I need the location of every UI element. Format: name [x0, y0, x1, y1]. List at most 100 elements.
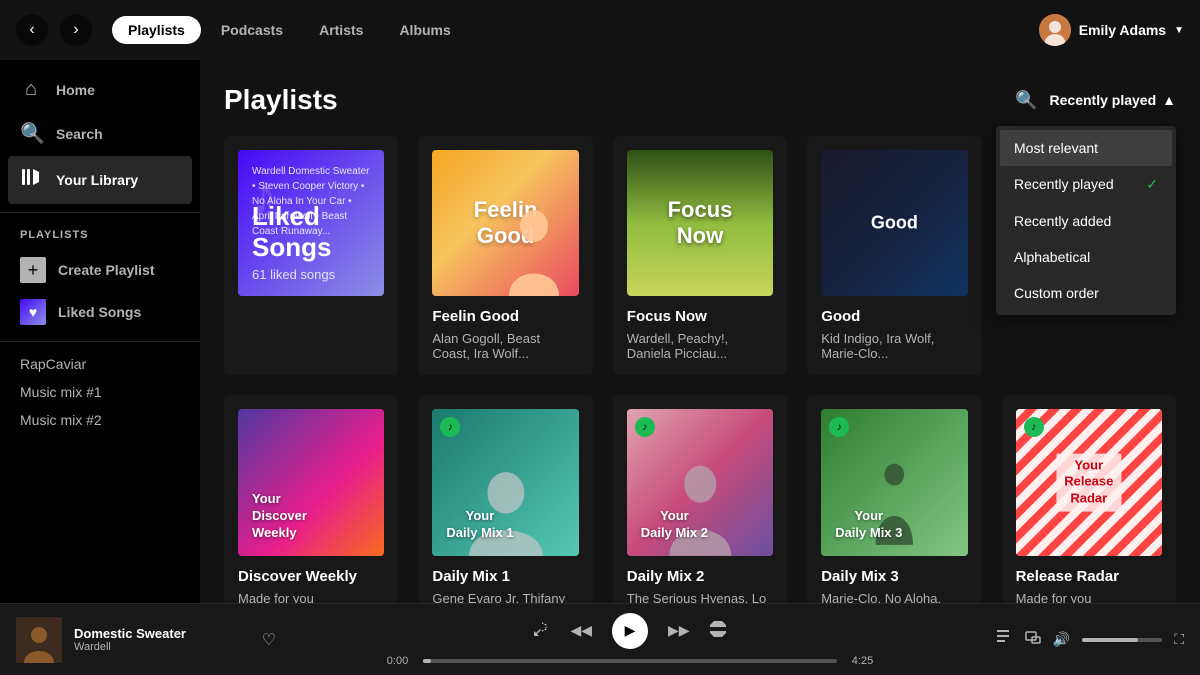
- tab-podcasts[interactable]: Podcasts: [205, 16, 299, 44]
- liked-songs-title: Liked Songs: [252, 201, 384, 263]
- good-subtitle: Kid Indigo, Ira Wolf, Marie-Clo...: [821, 331, 967, 361]
- card-good-vibes[interactable]: Good Good Kid Indigo, Ira Wolf, Marie-Cl…: [807, 136, 981, 375]
- tab-playlists[interactable]: Playlists: [112, 16, 201, 44]
- forward-button[interactable]: ›: [60, 14, 92, 46]
- sidebar-nav: ⌂ Home 🔍 Search Your Library: [0, 68, 200, 204]
- create-icon: +: [20, 257, 46, 283]
- player-track-info: Domestic Sweater Wardell ♡: [16, 617, 276, 663]
- daily3-label: YourDaily Mix 3: [835, 508, 902, 542]
- dropdown-label-most-relevant: Most relevant: [1014, 140, 1098, 156]
- daily-mix-3-image: YourDaily Mix 3 ♪: [821, 409, 967, 555]
- sort-label: Recently played: [1050, 92, 1157, 108]
- focus-now-subtitle: Wardell, Peachy!, Daniela Picciau...: [627, 331, 773, 361]
- sidebar-home-label: Home: [56, 82, 95, 98]
- like-track-button[interactable]: ♡: [262, 630, 276, 650]
- player-controls: ◀◀ ▶ ▶▶ 0:00 4:25: [276, 613, 984, 667]
- card-focus-now[interactable]: Focus Now Focus Now Wardell, Peachy!, Da…: [613, 136, 787, 375]
- card-feelin-good[interactable]: FeelinGood Feelin Good Alan Gogoll, Beas…: [418, 136, 592, 375]
- dropdown-label-custom-order: Custom order: [1014, 285, 1099, 301]
- library-icon: [20, 166, 42, 194]
- good-vibes-image: Good: [821, 150, 967, 296]
- card-release-radar[interactable]: YourReleaseRadar ♪ Release Radar Made fo…: [1002, 395, 1176, 603]
- dropdown-item-recently-played[interactable]: Recently played ✓: [1000, 166, 1172, 203]
- liked-songs-image: ♪ Wardell Domestic Sweater • Steven Coop…: [238, 150, 384, 296]
- sort-chevron-icon: ▲: [1162, 92, 1176, 108]
- sidebar-item-library[interactable]: Your Library: [8, 156, 192, 204]
- current-time: 0:00: [380, 655, 415, 667]
- main-layout: ⌂ Home 🔍 Search Your Library PLAYLISTS: [0, 60, 1200, 603]
- dropdown-label-recently-added: Recently added: [1014, 213, 1111, 229]
- page-title: Playlists: [224, 84, 338, 116]
- dropdown-item-alphabetical[interactable]: Alphabetical: [1000, 239, 1172, 275]
- radar-label: YourReleaseRadar: [1056, 453, 1121, 512]
- home-icon: ⌂: [20, 78, 42, 101]
- sidebar-item-home[interactable]: ⌂ Home: [8, 68, 192, 111]
- dropdown-label-recently-played: Recently played: [1014, 176, 1114, 192]
- sidebar-item-search[interactable]: 🔍 Search: [8, 111, 192, 156]
- card-daily-mix-1[interactable]: YourDaily Mix 1 ♪ Daily Mix 1 Gene Evaro…: [418, 395, 592, 603]
- avatar: [1039, 14, 1071, 46]
- card-daily-mix-2[interactable]: YourDaily Mix 2 ♪ Daily Mix 2 The Seriou…: [613, 395, 787, 603]
- back-button[interactable]: ‹: [16, 14, 48, 46]
- focus-now-label: Focus Now: [663, 197, 736, 249]
- feelin-good-subtitle: Alan Gogoll, Beast Coast, Ira Wolf...: [432, 331, 578, 361]
- spotify-badge-radar: ♪: [1024, 417, 1044, 437]
- shuffle-button[interactable]: [534, 621, 550, 640]
- dropdown-label-alphabetical: Alphabetical: [1014, 249, 1090, 265]
- daily-mix-1-subtitle: Gene Evaro Jr, Thifany Kauany, April...: [432, 591, 578, 603]
- volume-button[interactable]: 🔊: [1053, 631, 1070, 648]
- tab-artists[interactable]: Artists: [303, 16, 379, 44]
- user-section: Emily Adams ▼: [1039, 14, 1184, 46]
- user-dropdown-arrow[interactable]: ▼: [1174, 25, 1184, 36]
- card-discover-weekly[interactable]: YourDiscoverWeekly Discover Weekly Made …: [224, 395, 398, 603]
- daily-mix-2-subtitle: The Serious Hyenas, Lo Zo, Cilantro...: [627, 591, 773, 603]
- play-pause-button[interactable]: ▶: [612, 613, 648, 649]
- sidebar-playlist-musicmix1[interactable]: Music mix #1: [0, 378, 200, 406]
- card-daily-mix-3[interactable]: YourDaily Mix 3 ♪ Daily Mix 3 Marie-Clo,…: [807, 395, 981, 603]
- progress-bar[interactable]: [423, 659, 837, 663]
- dropdown-item-custom-order[interactable]: Custom order: [1000, 275, 1172, 311]
- tab-albums[interactable]: Albums: [383, 16, 466, 44]
- bottom-player: Domestic Sweater Wardell ♡ ◀◀ ▶ ▶▶ 0:00: [0, 603, 1200, 675]
- sidebar-playlist-musicmix2[interactable]: Music mix #2: [0, 406, 200, 434]
- volume-fill: [1082, 638, 1138, 642]
- liked-songs-inner: Liked Songs 61 liked songs: [252, 201, 384, 282]
- daily1-label: YourDaily Mix 1: [446, 508, 513, 542]
- sort-dropdown-menu: Most relevant Recently played ✓ Recently…: [996, 126, 1176, 315]
- daily-mix-2-image: YourDaily Mix 2 ♪: [627, 409, 773, 555]
- person-decoration: [499, 150, 569, 296]
- focus-now-image: Focus Now: [627, 150, 773, 296]
- volume-bar[interactable]: [1082, 638, 1162, 642]
- create-playlist-action[interactable]: + Create Playlist: [0, 249, 200, 291]
- search-icon: 🔍: [20, 121, 42, 146]
- fullscreen-button[interactable]: ⛶: [1174, 631, 1184, 648]
- queue-button[interactable]: [997, 630, 1013, 649]
- release-radar-subtitle: Made for you: [1016, 591, 1162, 603]
- track-thumbnail: [16, 617, 62, 663]
- liked-songs-count: 61 liked songs: [252, 267, 384, 282]
- repeat-button[interactable]: [710, 621, 726, 640]
- sort-button[interactable]: Recently played ▲: [1050, 92, 1176, 108]
- topbar: ‹ › Playlists Podcasts Artists Albums Em…: [0, 0, 1200, 60]
- dropdown-item-recently-added[interactable]: Recently added: [1000, 203, 1172, 239]
- total-time: 4:25: [845, 655, 880, 667]
- sidebar-search-label: Search: [56, 126, 103, 142]
- user-name: Emily Adams: [1079, 22, 1166, 38]
- track-name: Domestic Sweater: [74, 626, 250, 641]
- playback-buttons: ◀◀ ▶ ▶▶: [534, 613, 725, 649]
- discover-weekly-title: Discover Weekly: [238, 568, 384, 585]
- previous-button[interactable]: ◀◀: [570, 622, 592, 639]
- daily-mix-1-title: Daily Mix 1: [432, 568, 578, 585]
- sidebar-divider: [0, 212, 200, 213]
- dropdown-item-most-relevant[interactable]: Most relevant: [1000, 130, 1172, 166]
- sidebar-playlist-rapcaviar[interactable]: RapCaviar: [0, 350, 200, 378]
- focus-now-title: Focus Now: [627, 308, 773, 325]
- devices-button[interactable]: [1025, 630, 1041, 649]
- feelin-good-image: FeelinGood: [432, 150, 578, 296]
- good-title: Good: [821, 308, 967, 325]
- daily2-label: YourDaily Mix 2: [641, 508, 708, 542]
- search-icon-button[interactable]: 🔍: [1015, 90, 1037, 111]
- next-button[interactable]: ▶▶: [668, 622, 690, 639]
- liked-songs-action[interactable]: ♥ Liked Songs: [0, 291, 200, 333]
- card-liked-songs[interactable]: ♪ Wardell Domestic Sweater • Steven Coop…: [224, 136, 398, 375]
